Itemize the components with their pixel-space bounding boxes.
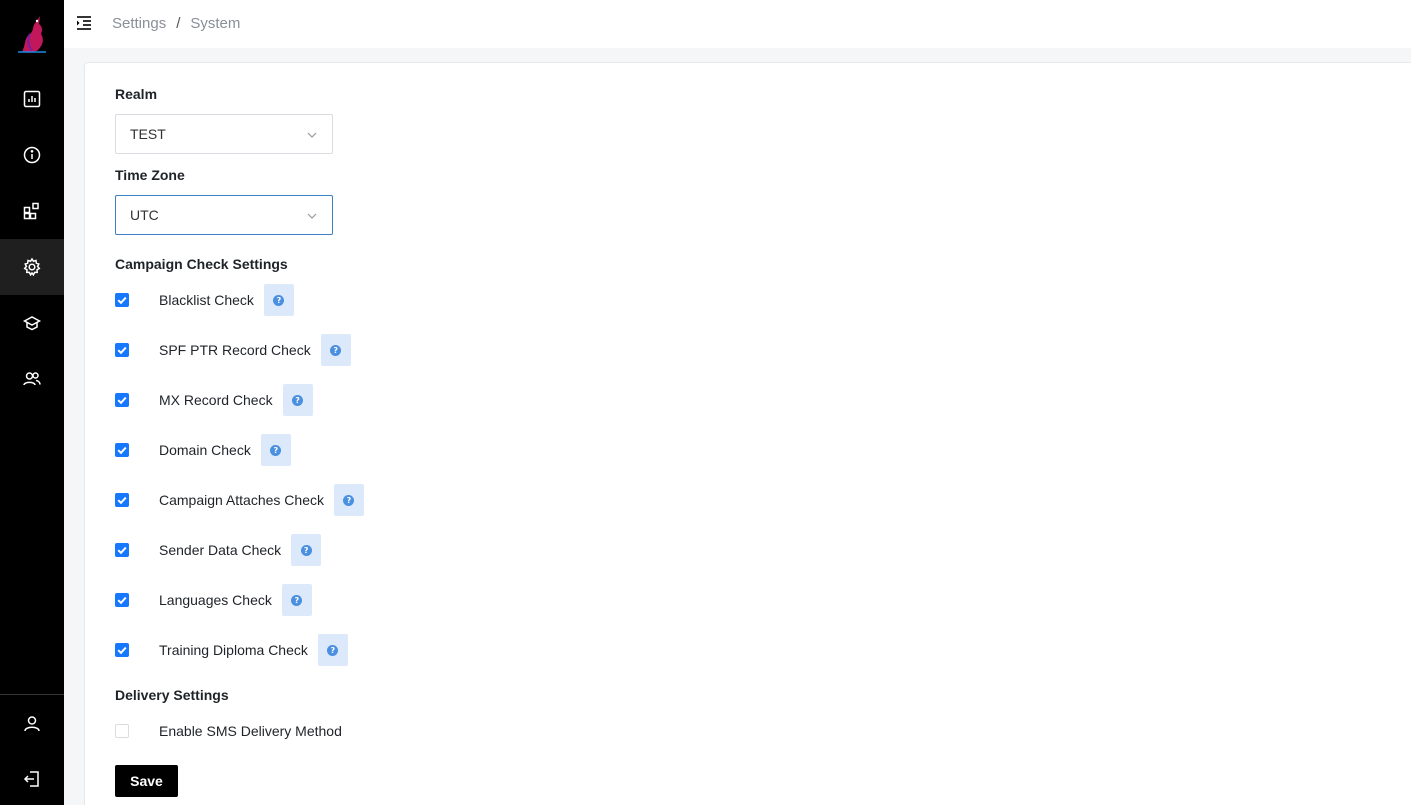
breadcrumb-separator: / — [176, 15, 181, 32]
breadcrumb-settings[interactable]: Settings — [112, 15, 166, 32]
checkmark-icon — [117, 546, 127, 555]
campaign-check-row: Languages Check? — [115, 584, 312, 616]
timezone-select[interactable]: UTC — [115, 195, 333, 235]
timezone-label: Time Zone — [115, 167, 185, 183]
sms-delivery-row: Enable SMS Delivery Method — [115, 716, 342, 746]
question-icon: ? — [273, 294, 285, 306]
nav-training[interactable] — [0, 295, 64, 351]
campaign-check-row: Blacklist Check? — [115, 284, 294, 316]
sidebar-divider — [0, 694, 64, 695]
campaign-check-label: Training Diploma Check — [159, 642, 308, 658]
campaign-check-row: Domain Check? — [115, 434, 291, 466]
save-button[interactable]: Save — [115, 765, 178, 797]
realm-label: Realm — [115, 86, 158, 102]
checkmark-icon — [117, 496, 127, 505]
realm-value: TEST — [130, 126, 166, 142]
app-logo[interactable] — [12, 12, 52, 54]
question-icon: ? — [343, 494, 355, 506]
question-icon: ? — [291, 594, 303, 606]
campaign-check-checkbox[interactable] — [115, 343, 129, 357]
help-button[interactable]: ? — [263, 284, 294, 316]
chevron-down-icon — [307, 132, 317, 138]
campaign-check-checkbox[interactable] — [115, 293, 129, 307]
nav-modules[interactable] — [0, 183, 64, 239]
campaign-check-row: MX Record Check? — [115, 384, 313, 416]
campaign-check-checkbox[interactable] — [115, 393, 129, 407]
checkmark-icon — [117, 346, 127, 355]
help-button[interactable]: ? — [320, 334, 351, 366]
campaign-check-checkbox[interactable] — [115, 493, 129, 507]
question-icon: ? — [330, 344, 342, 356]
checkmark-icon — [117, 396, 127, 405]
nav-profile[interactable] — [0, 696, 64, 752]
checkmark-icon — [117, 596, 127, 605]
campaign-check-label: Blacklist Check — [159, 292, 254, 308]
campaign-check-label: MX Record Check — [159, 392, 273, 408]
timezone-value: UTC — [130, 207, 159, 223]
campaign-check-checkbox[interactable] — [115, 443, 129, 457]
modules-icon — [23, 202, 39, 220]
question-icon: ? — [300, 544, 312, 556]
question-icon: ? — [292, 394, 304, 406]
sidebar — [0, 0, 64, 805]
help-button[interactable]: ? — [333, 484, 364, 516]
help-button[interactable]: ? — [291, 534, 322, 566]
nav-users[interactable] — [0, 351, 64, 407]
training-icon — [22, 316, 42, 331]
top-bar: Settings / System — [64, 0, 1411, 48]
campaign-check-label: SPF PTR Record Check — [159, 342, 311, 358]
settings-icon — [23, 257, 41, 277]
checkmark-icon — [117, 446, 127, 455]
nav-settings[interactable] — [0, 239, 64, 295]
nav-logout[interactable] — [0, 751, 64, 805]
dashboard-icon — [23, 90, 41, 108]
help-button[interactable]: ? — [281, 584, 312, 616]
campaign-check-row: SPF PTR Record Check? — [115, 334, 351, 366]
campaign-check-settings-title: Campaign Check Settings — [115, 256, 288, 272]
breadcrumb: Settings / System — [112, 15, 240, 32]
campaign-check-row: Campaign Attaches Check? — [115, 484, 364, 516]
question-icon: ? — [270, 444, 282, 456]
sms-delivery-checkbox[interactable] — [115, 724, 129, 738]
campaign-check-checkbox[interactable] — [115, 643, 129, 657]
campaign-check-label: Languages Check — [159, 592, 272, 608]
delivery-settings-title: Delivery Settings — [115, 687, 229, 703]
campaign-check-row: Sender Data Check? — [115, 534, 322, 566]
chevron-down-icon — [307, 213, 317, 219]
breadcrumb-system: System — [190, 15, 241, 32]
campaign-check-row: Training Diploma Check? — [115, 634, 348, 666]
help-button[interactable]: ? — [282, 384, 313, 416]
realm-select[interactable]: TEST — [115, 114, 333, 154]
nav-info[interactable] — [0, 127, 64, 183]
campaign-check-label: Sender Data Check — [159, 542, 282, 558]
profile-icon — [24, 716, 40, 732]
checkmark-icon — [117, 646, 127, 655]
sms-delivery-label: Enable SMS Delivery Method — [159, 723, 342, 739]
campaign-check-checkbox[interactable] — [115, 593, 129, 607]
help-button[interactable]: ? — [260, 434, 291, 466]
question-icon: ? — [327, 644, 339, 656]
settings-card: Realm TEST Time Zone UTC Campaign Check … — [84, 62, 1411, 805]
help-button[interactable]: ? — [317, 634, 348, 666]
campaign-check-checkbox[interactable] — [115, 543, 129, 557]
menu-toggle-icon[interactable] — [74, 13, 94, 33]
campaign-check-label: Domain Check — [159, 442, 251, 458]
users-icon — [23, 372, 41, 386]
nav-dashboard[interactable] — [0, 71, 64, 127]
info-icon — [23, 146, 41, 164]
checkmark-icon — [117, 296, 127, 305]
logout-icon — [23, 771, 39, 787]
campaign-check-label: Campaign Attaches Check — [159, 492, 324, 508]
